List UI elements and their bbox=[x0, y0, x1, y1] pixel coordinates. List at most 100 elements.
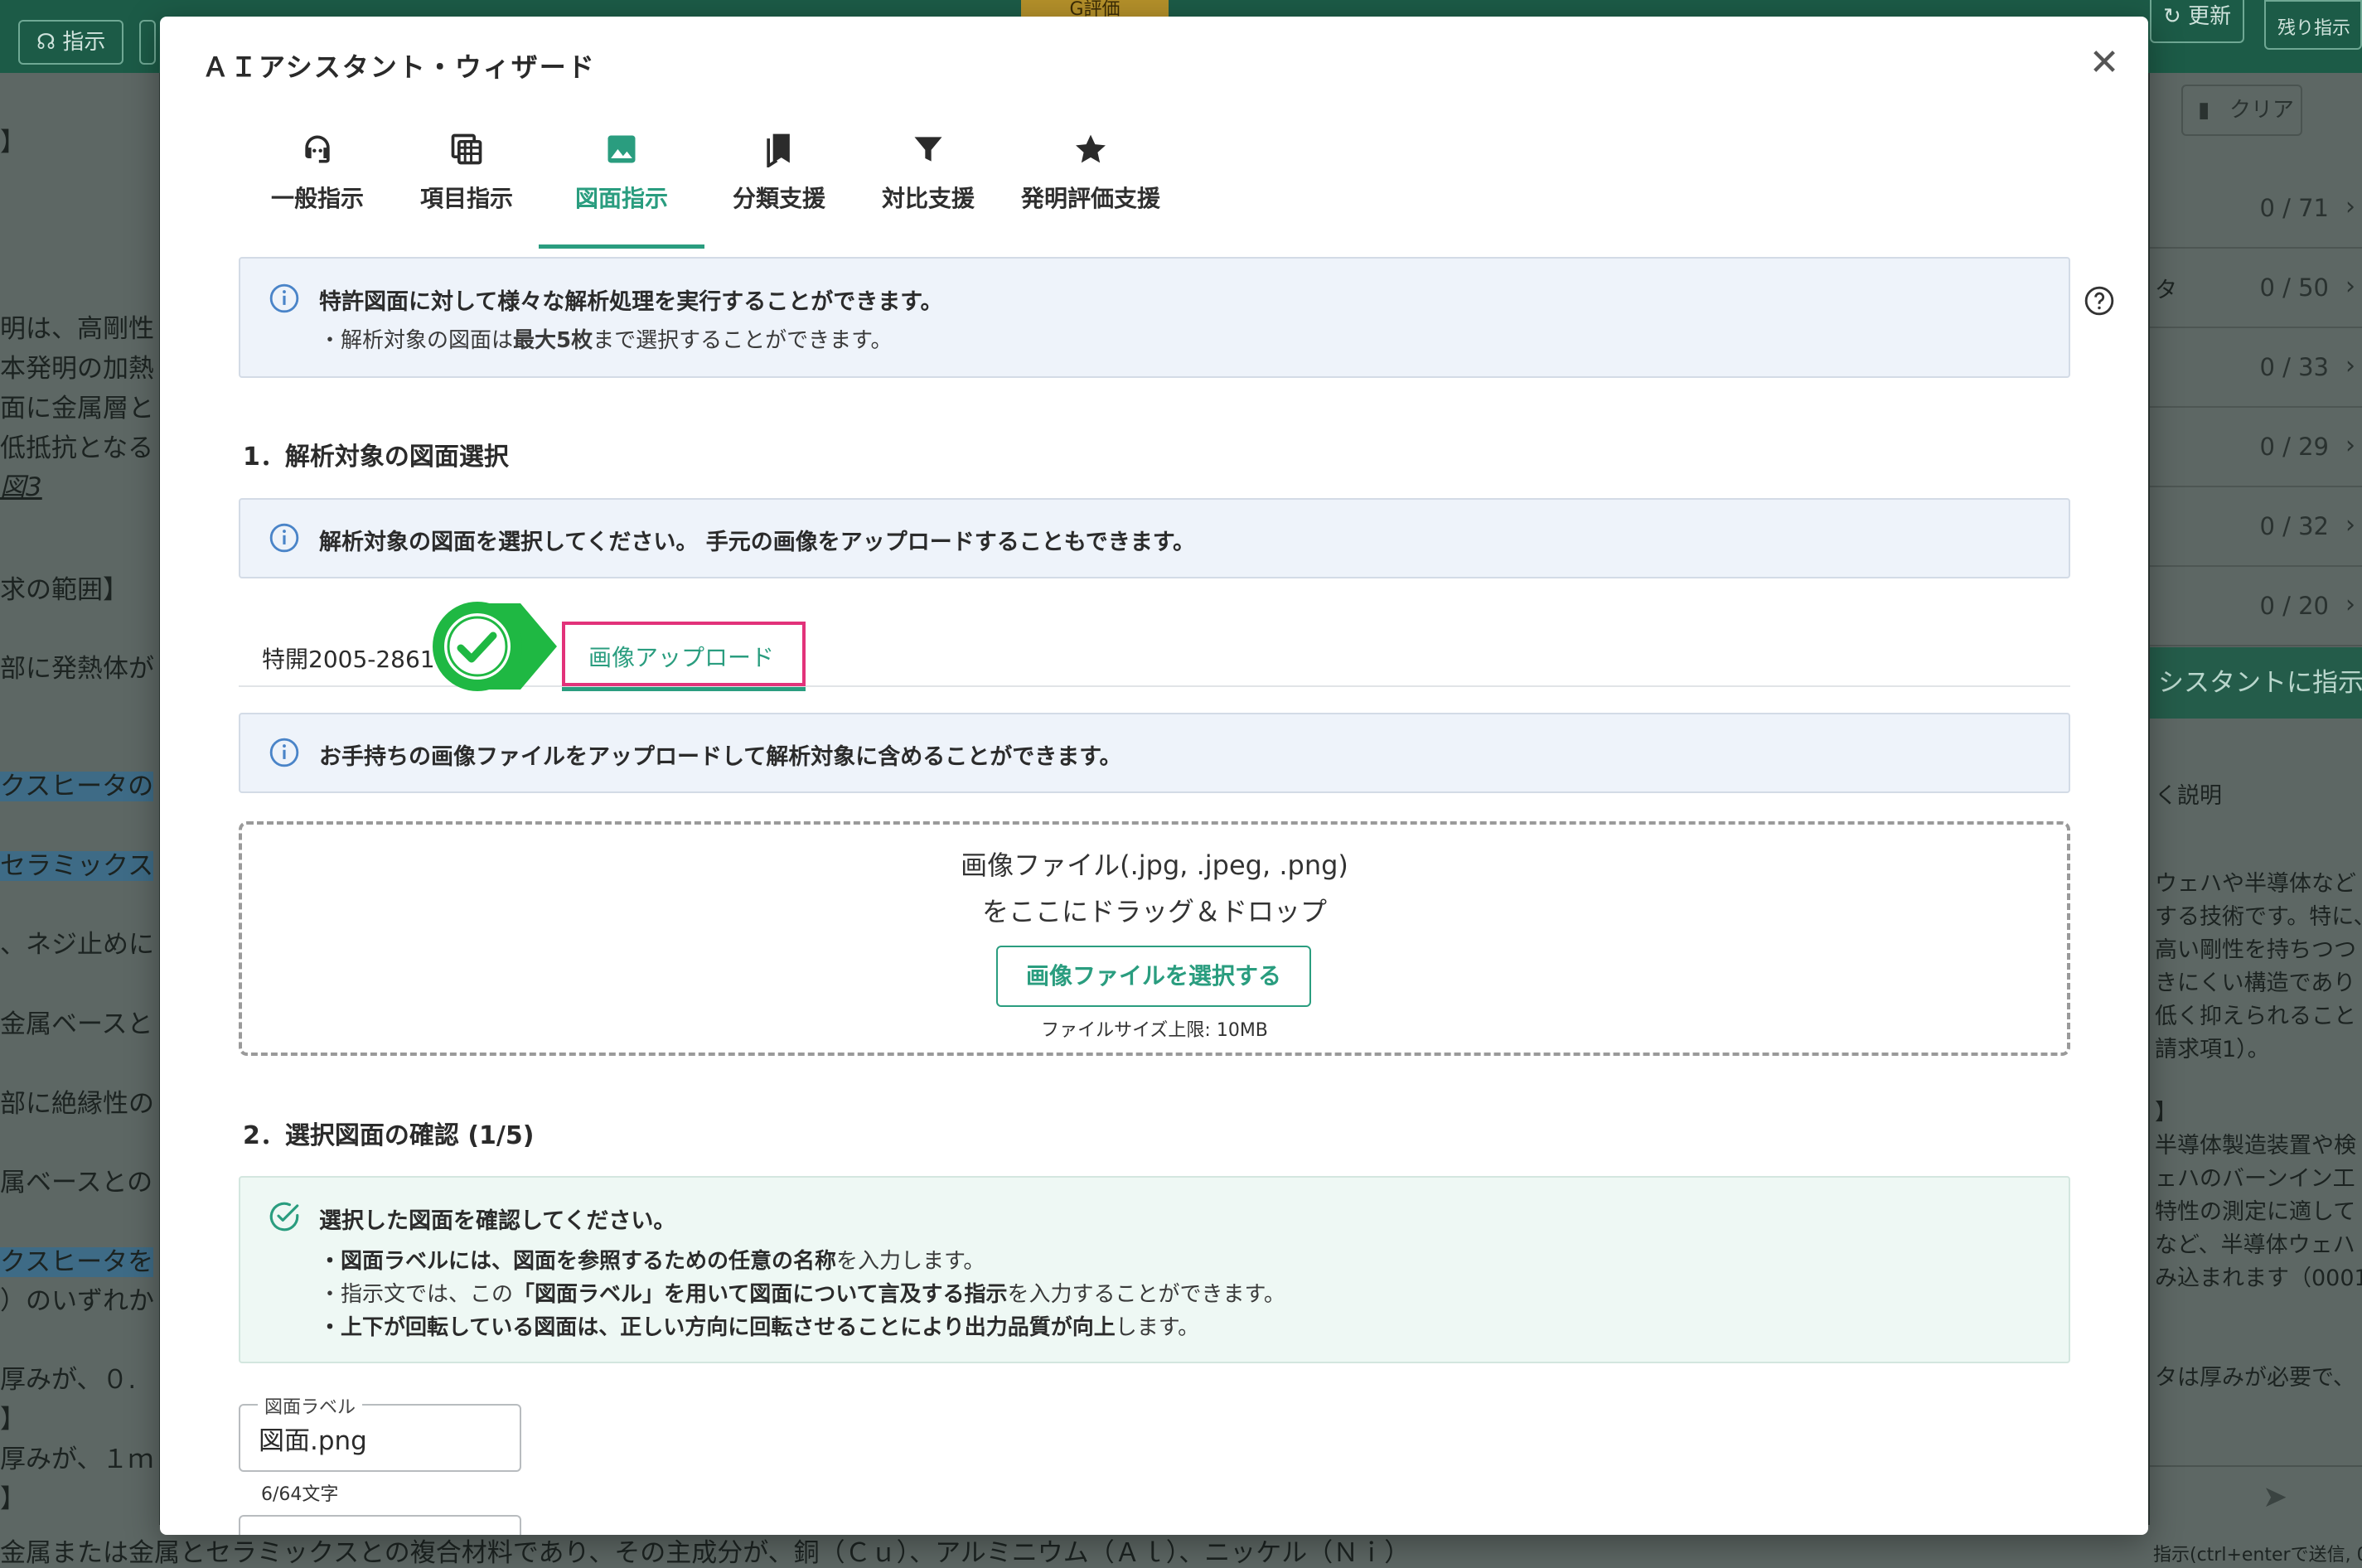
section1-title: 1．解析対象の図面選択 bbox=[243, 443, 509, 472]
tab-image-upload-label: 画像アップロード bbox=[588, 644, 775, 671]
doc-line: 、ネジ止めに bbox=[0, 930, 154, 960]
doc-line: 属ベースとの bbox=[0, 1168, 153, 1198]
chevron-right-icon: › bbox=[2345, 431, 2355, 460]
doc-line: 部に絶縁性の bbox=[0, 1089, 154, 1119]
panel-text: 請求項1）。 bbox=[2155, 1037, 2270, 1062]
close-icon[interactable]: ✕ bbox=[2083, 41, 2126, 85]
doc-line: クスヒータの bbox=[0, 765, 154, 802]
count-row-label: タ bbox=[2155, 278, 2177, 303]
instruct-button[interactable]: ☊ 指示 bbox=[18, 20, 124, 65]
input-hint: 指示(ctrl+enterで送信, 0/8192) bbox=[2153, 1545, 2362, 1566]
document-text-panel: 】 明は、高剛性 本発明の加熱 面に金属層と 低抵抗となる 図3 求の範囲】 部… bbox=[0, 73, 159, 1568]
count-row[interactable]: 0 / 33 › bbox=[2150, 328, 2362, 408]
tab-label: 対比支援 bbox=[881, 185, 975, 212]
tab-image-upload[interactable]: 画像アップロード bbox=[562, 622, 806, 686]
panel-text: など、半導体ウェハ bbox=[2155, 1232, 2355, 1258]
confirm-line-bold: 「図面ラベル」を用いて図面について言及する指示 bbox=[513, 1282, 1008, 1307]
file-size-limit: ファイルサイズ上限: 10MB bbox=[1041, 1020, 1268, 1041]
count-row[interactable]: 0 / 71 › bbox=[2150, 169, 2362, 249]
tab-comparison[interactable]: 対比支援 bbox=[854, 131, 1003, 249]
instruction-input[interactable]: ➤ bbox=[2150, 1465, 2362, 1528]
figure-label-input[interactable] bbox=[259, 1419, 507, 1457]
figure-label-legend: 図面ラベル bbox=[258, 1392, 363, 1419]
doc-line: 部に発熱体が bbox=[0, 654, 154, 684]
count-row[interactable]: 0 / 29 › bbox=[2150, 408, 2362, 487]
highlighted-term: セラミックス bbox=[0, 851, 154, 881]
update-button[interactable]: ↻ 更新 bbox=[2150, 0, 2245, 43]
confirm-line-rest: を入力することができます。 bbox=[1007, 1282, 1285, 1307]
doc-line: クスヒータを bbox=[0, 1241, 154, 1278]
dropzone-instruction: をここにドラッグ＆ドロップ bbox=[981, 896, 1327, 927]
tab-general[interactable]: 一般指示 bbox=[243, 131, 392, 249]
count-value: 0 / 20 bbox=[2259, 592, 2329, 620]
tab-items[interactable]: 項目指示 bbox=[392, 131, 541, 249]
explain-label: く説明 bbox=[2155, 783, 2222, 809]
assistant-instruct-button[interactable]: シスタントに指示す bbox=[2150, 647, 2362, 719]
send-icon[interactable]: ➤ bbox=[2263, 1480, 2287, 1514]
doc-line: 金属ベースと bbox=[0, 1009, 153, 1039]
highlighted-term: クスヒータを bbox=[0, 1247, 154, 1277]
refresh-icon: ↻ bbox=[2163, 4, 2189, 29]
filter-icon bbox=[914, 137, 942, 162]
section1-info-text: 解析対象の図面を選択してください。 手元の画像をアップロードすることもできます。 bbox=[319, 530, 1195, 555]
panel-text: 特性の測定に適して bbox=[2155, 1199, 2356, 1225]
image-icon bbox=[607, 135, 636, 163]
count-value: 0 / 32 bbox=[2259, 512, 2329, 540]
panel-text: タは厚みが必要で、 bbox=[2155, 1365, 2355, 1391]
panel-text: きにくい構造であり bbox=[2155, 970, 2356, 996]
chevron-right-icon: › bbox=[2345, 351, 2355, 380]
count-row[interactable]: 0 / 20 › bbox=[2150, 567, 2362, 646]
count-value: 0 / 33 bbox=[2259, 353, 2329, 381]
clear-button-label: クリア bbox=[2229, 98, 2295, 123]
dialog-title: ＡＩアシスタント・ウィザード bbox=[202, 51, 596, 83]
tab-label: 項目指示 bbox=[419, 185, 513, 212]
bookmarks-icon bbox=[767, 133, 790, 167]
doc-line: 】 bbox=[0, 1484, 26, 1514]
tab-classification[interactable]: 分類支援 bbox=[704, 131, 854, 249]
image-dropzone[interactable]: 画像ファイル(.jpg, .jpeg, .png) をここにドラッグ＆ドロップ … bbox=[239, 821, 2070, 1056]
doc-line: 本発明の加熱 bbox=[0, 354, 154, 384]
confirm-line-rest: します。 bbox=[1115, 1315, 1200, 1340]
intro-sub-bold: 最大5枚 bbox=[513, 328, 593, 353]
figure-label-char-count: 6/64文字 bbox=[261, 1484, 339, 1505]
section1-info-box: 解析対象の図面を選択してください。 手元の画像をアップロードすることもできます。 bbox=[239, 498, 2070, 578]
info-icon bbox=[269, 283, 299, 313]
count-value: 0 / 71 bbox=[2259, 194, 2329, 222]
doc-line: 低抵抗となる bbox=[0, 433, 154, 463]
info-icon bbox=[269, 738, 299, 767]
panel-text: ェハのバーンイン工 bbox=[2155, 1166, 2355, 1192]
tab-invention-evaluation[interactable]: 発明評価支援 bbox=[1003, 131, 1179, 249]
remaining-indicator: 残り指示 bbox=[2264, 0, 2362, 50]
count-row[interactable]: 0 / 32 › bbox=[2150, 487, 2362, 567]
panel-text: 高い剛性を持ちつつ bbox=[2155, 937, 2356, 963]
doc-line: 】 bbox=[0, 1405, 26, 1435]
dropzone-formats: 画像ファイル(.jpg, .jpeg, .png) bbox=[961, 849, 1348, 881]
doc-line: セラミックス bbox=[0, 844, 154, 882]
doc-line: 厚みが、０. bbox=[0, 1365, 137, 1395]
doc-line: 金属または金属とセラミックスとの複合材料であり、その主成分が、銅（Ｃｕ）、アルミ… bbox=[0, 1538, 1411, 1568]
section2-title: 2．選択図面の確認 (1/5) bbox=[243, 1121, 535, 1150]
intro-subtext: ・解析対象の図面は最大5枚まで選択することができます。 bbox=[319, 323, 893, 354]
headset-icon bbox=[305, 135, 330, 163]
tab-patent-document[interactable]: 特開2005-2861 bbox=[262, 641, 435, 675]
topbar-extra-button[interactable] bbox=[139, 20, 156, 65]
instruct-button-label: 指示 bbox=[62, 30, 106, 55]
clear-button[interactable]: ▮ クリア bbox=[2181, 85, 2302, 136]
confirm-title: 選択した図面を確認してください。 bbox=[319, 1208, 676, 1234]
select-image-file-button[interactable]: 画像ファイルを選択する bbox=[996, 946, 1311, 1007]
grid-list-icon bbox=[451, 133, 482, 165]
doc-line[interactable]: 図3 bbox=[0, 466, 42, 503]
checkmark-pointer-icon bbox=[433, 602, 557, 691]
panel-text: 】 bbox=[2155, 1100, 2177, 1125]
help-icon[interactable] bbox=[2084, 285, 2115, 317]
doc-line: 明は、高剛性 bbox=[0, 314, 154, 344]
panel-text: ウェハや半導体など bbox=[2155, 871, 2356, 897]
count-row[interactable]: タ 0 / 50 › bbox=[2150, 249, 2362, 328]
star-icon bbox=[1076, 134, 1106, 163]
chevron-right-icon: › bbox=[2345, 272, 2355, 301]
tab-label: 分類支援 bbox=[732, 185, 825, 212]
check-circle-icon bbox=[269, 1202, 299, 1232]
next-field[interactable] bbox=[239, 1515, 521, 1535]
tab-figures[interactable]: 図面指示 bbox=[539, 131, 704, 249]
upload-info-box: お手持ちの画像ファイルをアップロードして解析対象に含めることができます。 bbox=[239, 713, 2070, 793]
